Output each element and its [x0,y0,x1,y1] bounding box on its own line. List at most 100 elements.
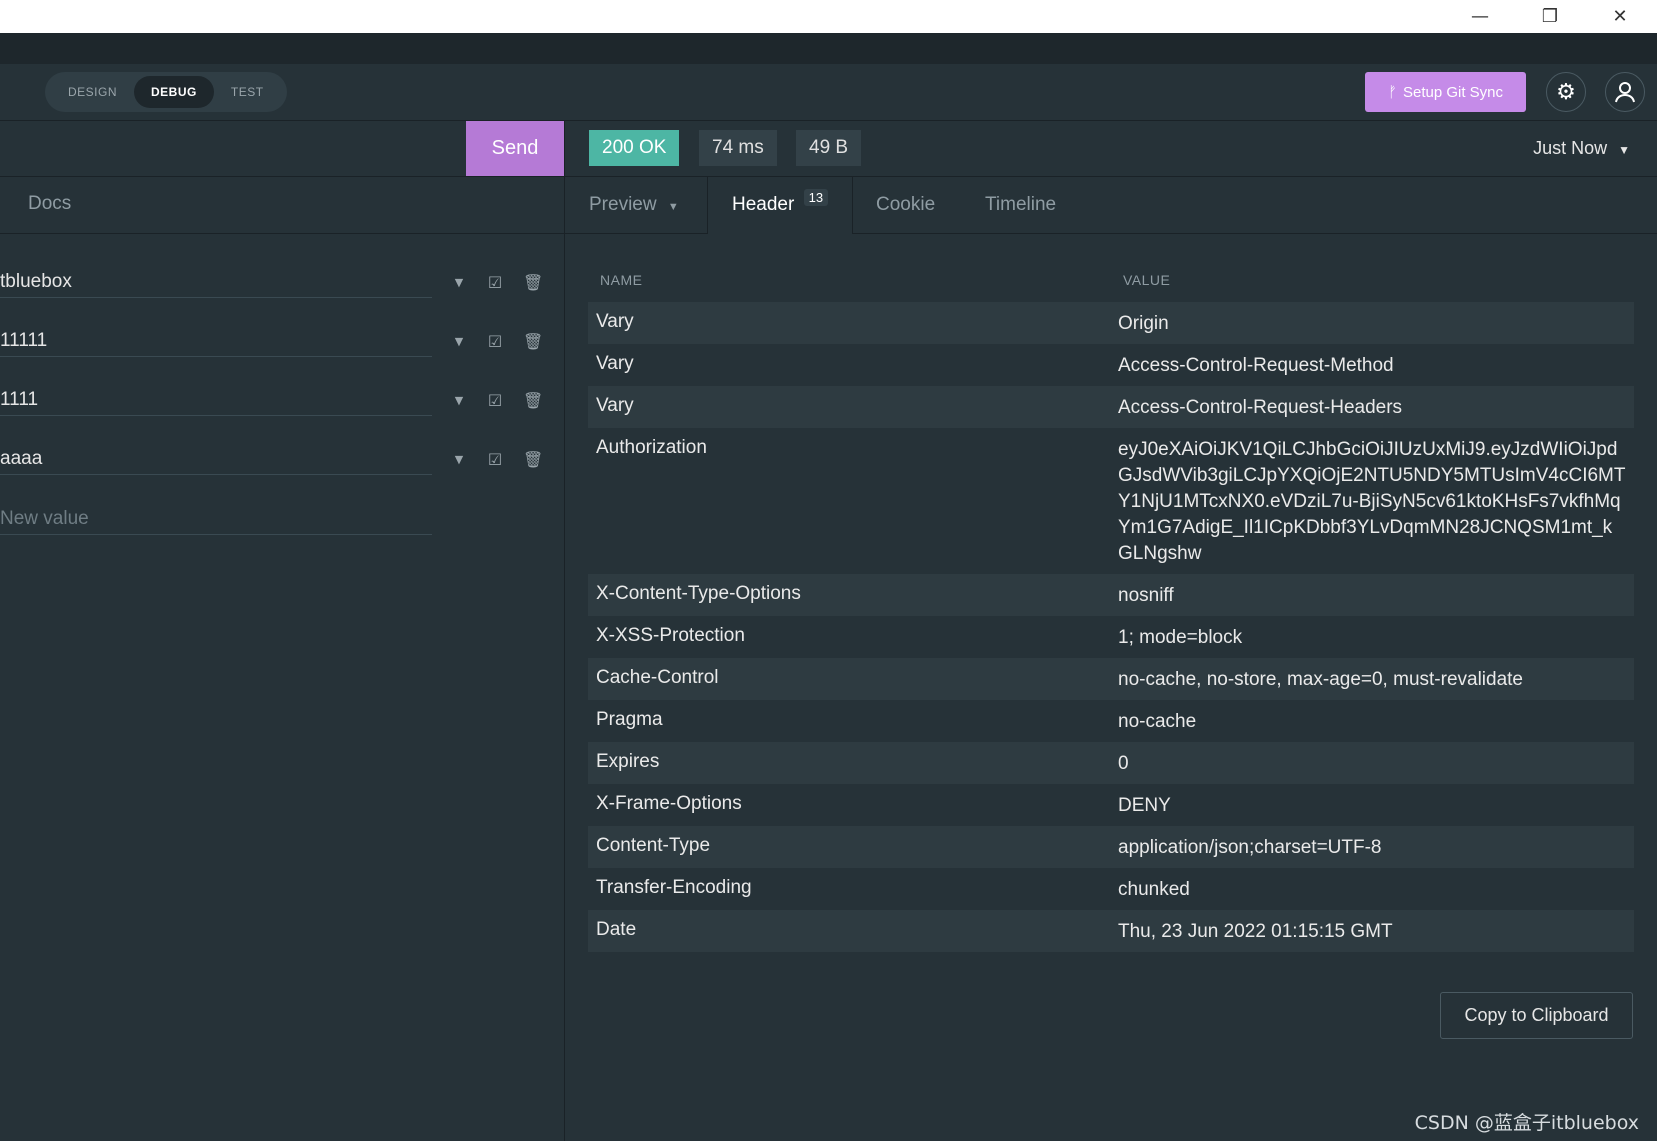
header-value: nosniff [1118,585,1174,606]
header-value: no-cache [1118,711,1197,732]
table-row: Transfer-Encoding chunked [588,868,1634,910]
list-item: 11111 ▼ ☑ 🗑 [0,312,564,370]
git-branch-icon: ᚠ [1387,83,1397,101]
header-value: Thu, 23 Jun 2022 01:15:15 GMT [1118,921,1393,942]
chevron-down-icon[interactable]: ▼ [449,450,469,470]
header-value: 1; mode=block [1118,627,1243,648]
tab-header[interactable]: Header 13 [707,177,854,234]
param-value-field[interactable]: 11111 [0,326,432,357]
table-row: Expires 0 [588,742,1634,784]
window-titlebar: — ❐ ✕ [0,0,1657,33]
tab-preview[interactable]: Preview ▼ [589,177,679,233]
response-tabs: Preview ▼ Header 13 Cookie Timeline [564,177,1657,234]
tab-timeline[interactable]: Timeline [985,177,1056,233]
list-item: aaaa ▼ ☑ 🗑 [0,430,564,488]
history-label: Just Now [1533,138,1608,158]
header-count-badge: 13 [803,189,829,206]
header-name: Vary [596,353,634,374]
mode-design[interactable]: DESIGN [51,76,134,108]
gear-icon[interactable]: ⚙ [1546,72,1586,112]
restore-icon[interactable]: ❐ [1515,0,1585,33]
minimize-icon[interactable]: — [1445,0,1515,33]
table-row: Content-Type application/json;charset=UTF… [588,826,1634,868]
account-icon[interactable] [1605,72,1645,112]
table-row: Authorization eyJ0eXAiOiJKV1QiLCJhbGciOiJ… [588,428,1634,574]
header-value: Origin [1118,313,1169,334]
list-item: 1111 ▼ ☑ 🗑 [0,371,564,429]
panel-divider[interactable] [564,234,565,1141]
chevron-down-icon[interactable]: ▼ [449,273,469,293]
header-value: DENY [1118,795,1171,816]
user-icon [1615,82,1635,103]
header-name: Expires [596,751,660,772]
status-badge: 200 OK [589,130,680,166]
mode-debug[interactable]: DEBUG [134,76,214,108]
table-header: NAME VALUE [588,260,1634,302]
git-sync-label: Setup Git Sync [1402,83,1504,101]
param-value-field[interactable]: aaaa [0,444,432,475]
column-value-header: VALUE [1123,272,1171,288]
header-name: Cache-Control [596,667,719,688]
tab-cookie[interactable]: Cookie [876,177,935,233]
trash-icon[interactable]: 🗑 [523,391,543,411]
mode-switcher: DESIGN DEBUG TEST [45,72,287,112]
checkbox-icon[interactable]: ☑ [485,332,505,352]
trash-icon[interactable]: 🗑 [523,450,543,470]
tab-docs[interactable]: Docs [28,193,71,215]
watermark-text: CSDN @蓝盒子itbluebox [1414,1112,1639,1134]
top-bar: DESIGN DEBUG TEST ᚠ Setup Git Sync ⚙ [0,64,1657,121]
param-value-field[interactable]: 1111 [0,385,432,416]
header-name: Vary [596,395,634,416]
header-name: Vary [596,311,634,332]
request-bar: Send [0,121,564,177]
checkbox-icon[interactable]: ☑ [485,273,505,293]
header-value: eyJ0eXAiOiJKV1QiLCJhbGciOiJIUzUxMiJ9.eyJ… [1118,439,1626,564]
trash-icon[interactable]: 🗑 [523,273,543,293]
header-name: Date [596,919,637,940]
table-row: Pragma no-cache [588,700,1634,742]
table-row: Vary Origin [588,302,1634,344]
table-row: Vary Access-Control-Request-Headers [588,386,1634,428]
request-tabs: Docs [0,177,564,234]
header-name: X-XSS-Protection [596,625,745,646]
table-row: Date Thu, 23 Jun 2022 01:15:15 GMT [588,910,1634,952]
checkbox-icon[interactable]: ☑ [485,391,505,411]
new-value-input[interactable]: New value [0,504,432,535]
response-bar: 200 OK 74 ms 49 B Just Now ▼ [564,121,1657,177]
header-tab-label: Header [732,194,795,215]
copy-to-clipboard-button[interactable]: Copy to Clipboard [1440,992,1633,1039]
header-value: Access-Control-Request-Headers [1118,397,1403,418]
header-value: chunked [1118,879,1190,900]
checkbox-icon[interactable]: ☑ [485,450,505,470]
close-icon[interactable]: ✕ [1585,0,1655,33]
list-item: tbluebox ▼ ☑ 🗑 [0,253,564,311]
header-name: Pragma [596,709,663,730]
table-row: X-Frame-Options DENY [588,784,1634,826]
setup-git-sync-button[interactable]: ᚠ Setup Git Sync [1365,72,1526,112]
chevron-down-icon: ▼ [1618,143,1630,157]
header-value: application/json;charset=UTF-8 [1118,837,1382,858]
header-name: Authorization [596,437,707,458]
header-name: Content-Type [596,835,711,856]
chevron-down-icon[interactable]: ▼ [449,332,469,352]
header-name: Transfer-Encoding [596,877,752,898]
mode-test[interactable]: TEST [214,76,281,108]
history-dropdown[interactable]: Just Now ▼ [1533,130,1630,166]
chevron-down-icon[interactable]: ▼ [449,391,469,411]
headers-table: NAME VALUE Vary Origin Vary Access-Control-… [588,260,1634,952]
trash-icon[interactable]: 🗑 [523,332,543,352]
response-size: 49 B [796,130,862,166]
column-name-header: NAME [600,272,643,288]
new-param-row: New value [0,490,564,548]
chevron-down-icon: ▼ [667,201,679,213]
response-time: 74 ms [699,130,777,166]
header-value: 0 [1118,753,1129,774]
header-name: X-Frame-Options [596,793,742,814]
send-button[interactable]: Send [466,121,564,176]
table-row: Cache-Control no-cache, no-store, max-age… [588,658,1634,700]
header-value: Access-Control-Request-Method [1118,355,1394,376]
query-param-list: tbluebox ▼ ☑ 🗑 11111 ▼ ☑ 🗑 1111 ▼ ☑ 🗑 aa… [0,234,564,1141]
param-value-field[interactable]: tbluebox [0,267,432,298]
table-row: X-XSS-Protection 1; mode=block [588,616,1634,658]
table-row: X-Content-Type-Options nosniff [588,574,1634,616]
